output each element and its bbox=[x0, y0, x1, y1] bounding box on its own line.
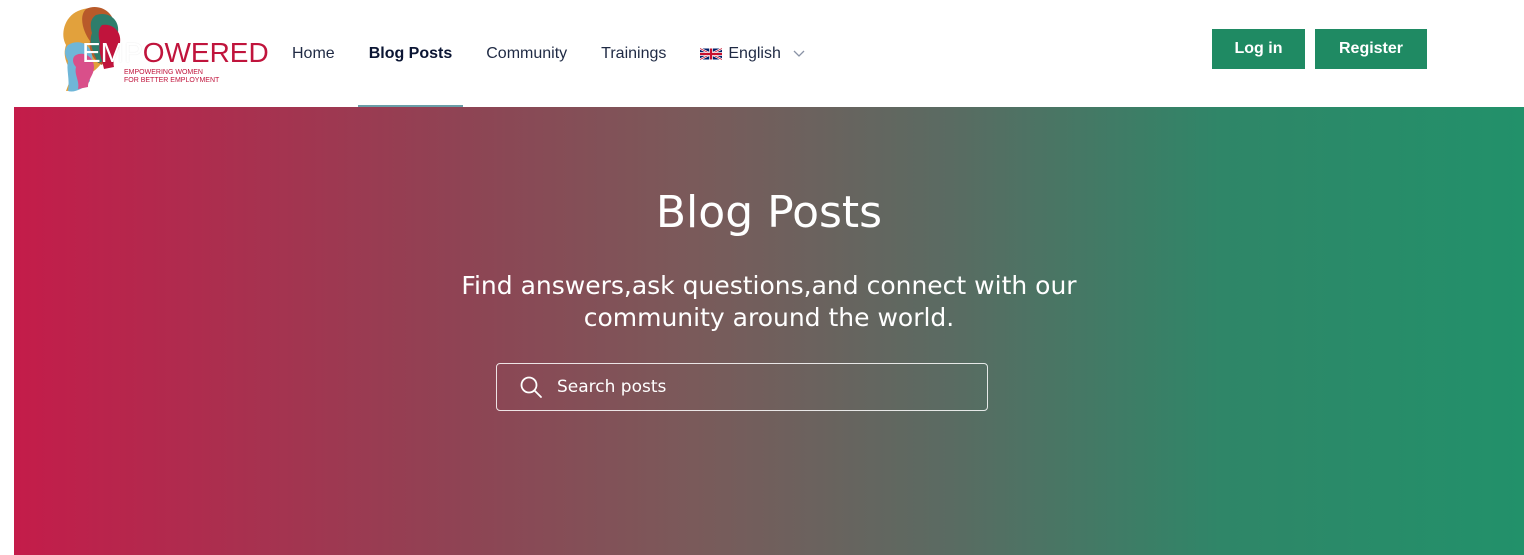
hero-banner: Blog Posts Find answers,ask questions,an… bbox=[14, 107, 1524, 555]
logo-wordmark: EMPOWERED bbox=[82, 39, 269, 67]
hero-subtitle-line1: Find answers,ask questions,and connect w… bbox=[461, 271, 1077, 300]
search-icon bbox=[520, 376, 542, 398]
nav-community[interactable]: Community bbox=[486, 0, 567, 107]
site-header: EMPOWERED EMPOWERING WOMEN FOR BETTER EM… bbox=[0, 0, 1524, 107]
logo-tagline: EMPOWERING WOMEN FOR BETTER EMPLOYMENT bbox=[124, 69, 219, 85]
language-label: English bbox=[728, 44, 781, 62]
logo-wordmark-emp: EMP bbox=[82, 37, 143, 68]
uk-flag-icon bbox=[700, 47, 723, 60]
hero-subtitle-line2: community around the world. bbox=[583, 303, 955, 332]
login-button[interactable]: Log in bbox=[1212, 29, 1305, 69]
chevron-down-icon bbox=[793, 50, 805, 57]
hero-subtitle: Find answers,ask questions,and connect w… bbox=[369, 270, 1169, 334]
nav-trainings[interactable]: Trainings bbox=[601, 0, 666, 107]
nav-blog-posts[interactable]: Blog Posts bbox=[357, 0, 463, 107]
search-placeholder: Search posts bbox=[557, 377, 667, 397]
logo-tagline-line2: FOR BETTER EMPLOYMENT bbox=[124, 77, 220, 84]
logo-wordmark-rest: OWERED bbox=[142, 37, 269, 68]
page-title: Blog Posts bbox=[655, 187, 883, 238]
nav-home[interactable]: Home bbox=[292, 0, 335, 107]
register-button[interactable]: Register bbox=[1315, 29, 1427, 69]
language-selector[interactable]: English bbox=[700, 0, 805, 107]
main-nav: Home Blog Posts Community Trainings Engl… bbox=[292, 0, 805, 107]
search-posts-input[interactable]: Search posts bbox=[496, 363, 988, 411]
logo-tagline-line1: EMPOWERING WOMEN bbox=[124, 69, 203, 76]
empowered-logo[interactable]: EMPOWERED EMPOWERING WOMEN FOR BETTER EM… bbox=[58, 5, 269, 95]
